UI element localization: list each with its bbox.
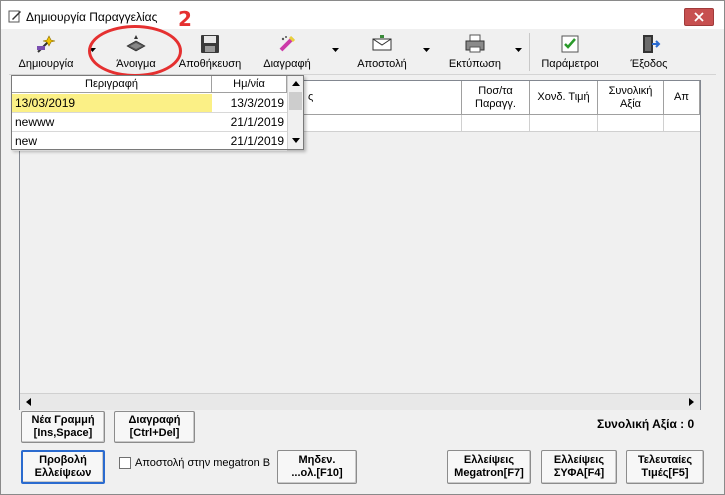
delete-button[interactable]: Διαγραφή xyxy=(255,31,319,73)
grid-header-wholesale-price[interactable]: Χονδ. Τιμή xyxy=(530,81,598,115)
scroll-left-button[interactable] xyxy=(20,394,37,410)
new-line-shortcut: [Ins,Space] xyxy=(33,427,93,439)
dropdown-row-selected[interactable]: 13/03/2019 13/3/2019 xyxy=(12,94,287,113)
grid-cell[interactable] xyxy=(462,115,530,132)
exit-label: Έξοδος xyxy=(630,58,668,70)
grid-header-quantity[interactable]: Ποσ/τα Παραγγ. xyxy=(462,81,530,115)
print-label: Εκτύπωση xyxy=(448,58,502,70)
eraser-icon xyxy=(279,35,296,52)
arrow-right-icon xyxy=(689,398,694,406)
order-description: newww xyxy=(15,115,55,129)
delete-line-label: Διαγραφή xyxy=(128,414,181,426)
megatron-shortages-label: Ελλείψεις xyxy=(463,454,515,466)
scroll-down-button[interactable] xyxy=(288,133,303,148)
send-button[interactable]: Αποστολή xyxy=(349,31,415,73)
title-bar: Δημιουργία Παραγγελίας 2 xyxy=(1,1,724,31)
arrow-left-icon xyxy=(26,398,31,406)
close-icon xyxy=(694,12,704,22)
delete-line-shortcut: [Ctrl+Del] xyxy=(129,427,180,439)
dropdown-row[interactable]: new 21/1/2019 xyxy=(12,132,287,151)
syfa-shortages-button[interactable]: Ελλείψεις ΣΥΦΑ[F4] xyxy=(541,450,617,484)
parameters-label: Παράμετροι xyxy=(541,58,599,70)
printer-icon xyxy=(465,34,485,53)
scroll-right-button[interactable] xyxy=(683,394,700,410)
save-button[interactable]: Αποθήκευση xyxy=(175,31,245,73)
order-description: 13/03/2019 xyxy=(15,96,76,110)
floppy-disk-icon xyxy=(201,35,219,53)
window-title: Δημιουργία Παραγγελίας xyxy=(26,10,158,24)
app-pen-icon xyxy=(8,10,21,23)
dropdown-vertical-scrollbar[interactable] xyxy=(287,76,303,149)
close-button[interactable] xyxy=(684,8,714,26)
open-orders-dropdown[interactable]: Περιγραφή Ημ/νία 13/03/2019 13/3/2019 ne… xyxy=(11,75,304,151)
dropdown-header-description: Περιγραφή xyxy=(12,76,212,93)
new-line-button[interactable]: Νέα Γραμμή [Ins,Space] xyxy=(21,411,105,443)
grid-header-more[interactable]: Απ xyxy=(664,81,700,115)
annotation-number: 2 xyxy=(178,7,192,31)
create-label: Δημιουργία xyxy=(18,58,74,70)
megatron-shortages-shortcut: Megatron[F7] xyxy=(454,467,524,479)
zero-button[interactable]: Μηδεν. ...ολ.[F10] xyxy=(277,450,357,484)
exit-door-icon xyxy=(643,35,661,53)
magic-wand-icon xyxy=(37,35,56,53)
checklist-icon xyxy=(561,35,579,53)
grid-cell[interactable] xyxy=(530,115,598,132)
horizontal-scrollbar[interactable] xyxy=(20,393,700,410)
new-line-label: Νέα Γραμμή xyxy=(31,414,95,426)
grid-cell[interactable] xyxy=(598,115,664,132)
order-date: 21/1/2019 xyxy=(230,115,284,129)
zero-label-2: ...ολ.[F10] xyxy=(291,467,343,479)
delete-line-button[interactable]: Διαγραφή [Ctrl+Del] xyxy=(114,411,195,443)
annotation-circle xyxy=(88,25,182,77)
order-date: 13/3/2019 xyxy=(230,96,284,110)
scroll-up-button[interactable] xyxy=(288,76,303,91)
arrow-up-icon xyxy=(291,81,300,86)
show-shortages-button[interactable]: Προβολή Ελλείψεων xyxy=(21,450,105,484)
dropdown-header-date: Ημ/νία xyxy=(212,76,287,93)
last-prices-label: Τελευταίες xyxy=(637,454,693,466)
envelope-icon xyxy=(372,35,392,51)
save-label: Αποθήκευση xyxy=(178,58,242,70)
grid-header-total-value[interactable]: Συνολική Αξία xyxy=(598,81,664,115)
toolbar-separator xyxy=(529,33,530,71)
parameters-button[interactable]: Παράμετροι xyxy=(533,31,607,73)
scroll-thumb[interactable] xyxy=(289,92,302,110)
send-label: Αποστολή xyxy=(357,58,407,70)
delete-label: Διαγραφή xyxy=(263,58,311,70)
order-window: Δημιουργία Παραγγελίας 2 Δημιουργία Άνοι… xyxy=(0,0,725,495)
arrow-down-icon xyxy=(291,138,300,143)
last-prices-shortcut: Τιμές[F5] xyxy=(641,467,689,479)
last-prices-button[interactable]: Τελευταίες Τιμές[F5] xyxy=(626,450,704,484)
print-button[interactable]: Εκτύπωση xyxy=(441,31,509,73)
show-shortages-label-2: Ελλείψεων xyxy=(34,467,92,479)
send-dropdown-arrow-icon[interactable] xyxy=(423,48,430,52)
syfa-shortages-shortcut: ΣΥΦΑ[F4] xyxy=(553,467,605,479)
megatron-shortages-button[interactable]: Ελλείψεις Megatron[F7] xyxy=(447,450,531,484)
syfa-shortages-label: Ελλείψεις xyxy=(553,454,605,466)
order-description: new xyxy=(15,134,38,148)
order-date: 21/1/2019 xyxy=(230,134,284,148)
zero-label: Μηδεν. xyxy=(298,454,336,466)
create-button[interactable]: Δημιουργία xyxy=(15,31,77,73)
dropdown-row[interactable]: newww 21/1/2019 xyxy=(12,113,287,132)
exit-button[interactable]: Έξοδος xyxy=(619,31,679,73)
send-to-megatron-label: Αποστολή στην megatron B xyxy=(135,457,271,469)
show-shortages-label: Προβολή xyxy=(39,454,87,466)
send-to-megatron-checkbox[interactable] xyxy=(119,457,131,469)
print-dropdown-arrow-icon[interactable] xyxy=(515,48,522,52)
delete-dropdown-arrow-icon[interactable] xyxy=(332,48,339,52)
total-value: Συνολική Αξία : 0 xyxy=(597,417,695,431)
